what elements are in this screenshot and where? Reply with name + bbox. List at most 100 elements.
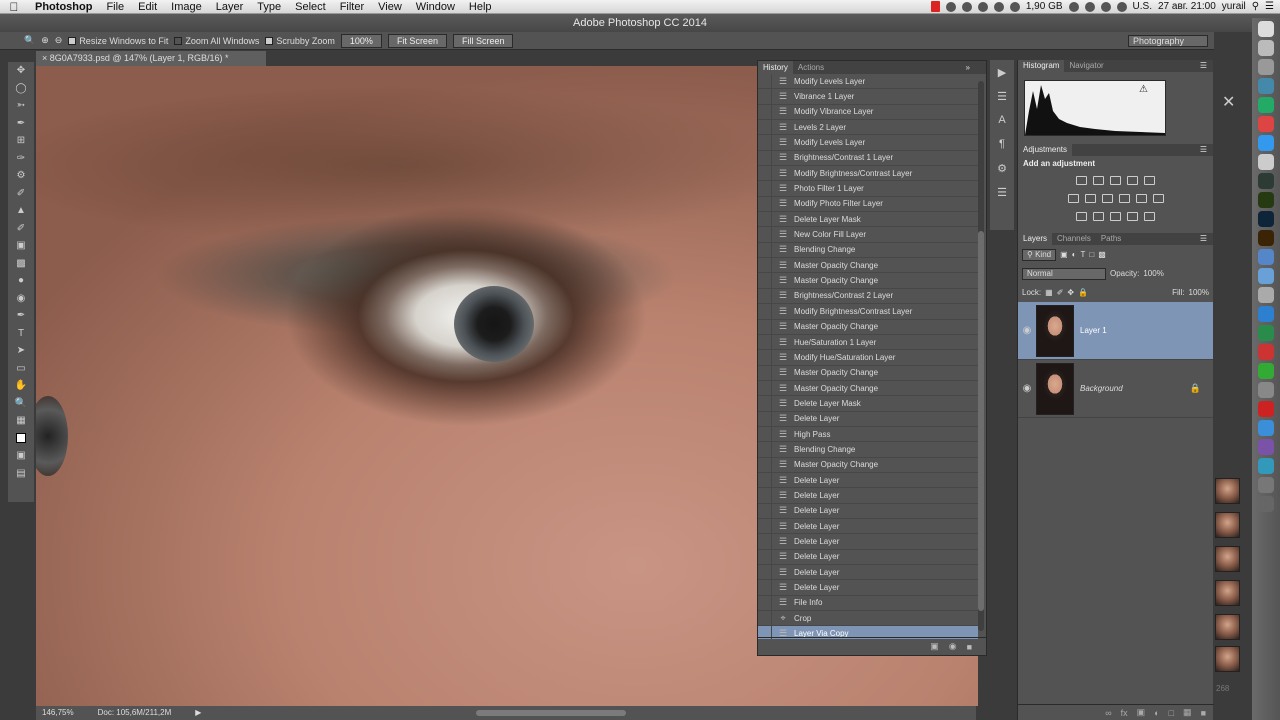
menu-layer[interactable]: Layer xyxy=(209,0,251,14)
invert-icon[interactable] xyxy=(1076,211,1087,221)
default-colors-icon[interactable]: ▦ xyxy=(8,412,34,430)
link-layers-icon[interactable]: ∞ xyxy=(1105,708,1111,718)
crop-tool-icon[interactable]: ⊞ xyxy=(8,132,34,150)
hue-saturation-icon[interactable] xyxy=(1067,193,1079,203)
layer-name[interactable]: Layer 1 xyxy=(1080,326,1107,335)
history-brush-source[interactable] xyxy=(758,534,772,549)
history-brush-source[interactable] xyxy=(758,166,772,181)
menu-filter[interactable]: Filter xyxy=(333,0,371,14)
app-icon[interactable] xyxy=(1258,325,1274,341)
history-item[interactable]: ☰ Master Opacity Change xyxy=(758,365,978,381)
history-item[interactable]: ☰ Master Opacity Change xyxy=(758,258,978,274)
history-brush-source[interactable] xyxy=(758,411,772,426)
zoom-level[interactable]: 146,75% xyxy=(42,706,74,720)
menu-view[interactable]: View xyxy=(371,0,409,14)
lasso-tool-icon[interactable]: ➳ xyxy=(8,97,34,115)
thumbnail-photo[interactable] xyxy=(1215,512,1240,538)
history-brush-source[interactable] xyxy=(758,472,772,488)
history-brush-tool-icon[interactable]: ✐ xyxy=(8,220,34,238)
collapse-icon[interactable]: » xyxy=(966,61,986,74)
bridge-icon[interactable] xyxy=(1258,230,1274,246)
filter-smart-object-icon[interactable]: ▩ xyxy=(1098,250,1106,259)
curves-icon[interactable] xyxy=(1110,175,1121,185)
path-selection-tool-icon[interactable]: ➤ xyxy=(8,342,34,360)
tab-channels[interactable]: Channels xyxy=(1052,233,1096,245)
user-name[interactable]: yurail xyxy=(1222,1,1246,12)
color-lookup-icon[interactable] xyxy=(1152,193,1164,203)
clone-stamp-tool-icon[interactable]: ▲ xyxy=(8,202,34,220)
viber-icon[interactable] xyxy=(1258,439,1274,455)
history-item[interactable]: ☰ Modify Vibrance Layer xyxy=(758,104,978,121)
history-item[interactable]: ☰ Master Opacity Change xyxy=(758,273,978,289)
zoom-tool-icon[interactable]: 🔍 xyxy=(24,35,35,46)
eyedropper-tool-icon[interactable]: ✑ xyxy=(8,150,34,168)
chrome-icon[interactable] xyxy=(1258,97,1274,113)
add-mask-icon[interactable]: ▣ xyxy=(1137,707,1146,718)
app-icon[interactable] xyxy=(1258,287,1274,303)
color-swatches-icon[interactable] xyxy=(8,430,34,448)
thumbnail-photo[interactable] xyxy=(1215,546,1240,572)
app-icon[interactable] xyxy=(1258,249,1274,265)
threshold-icon[interactable] xyxy=(1110,211,1121,221)
search-icon[interactable]: ⚲ xyxy=(1252,1,1259,12)
resize-windows-checkbox[interactable]: Resize Windows to Fit xyxy=(68,36,168,46)
tab-layers[interactable]: Layers xyxy=(1018,233,1053,245)
layer-row-background[interactable]: ◉ Background 🔒 xyxy=(1018,360,1213,418)
screen-mode-icon[interactable]: ▤ xyxy=(8,465,34,483)
calendar-icon[interactable] xyxy=(1258,154,1274,170)
app-icon[interactable] xyxy=(1258,363,1274,379)
history-item[interactable]: ☰ Master Opacity Change xyxy=(758,457,978,473)
fill-screen-button[interactable]: Fill Screen xyxy=(452,33,514,48)
list-icon[interactable]: ☰ xyxy=(1265,1,1274,12)
visibility-eye-icon[interactable]: ◉ xyxy=(1018,383,1036,394)
app-icon[interactable] xyxy=(1258,344,1274,360)
history-item[interactable]: ☰ High Pass xyxy=(758,426,978,443)
zoom-out-icon[interactable]: ⊖ xyxy=(55,35,63,46)
tab-actions[interactable]: Actions xyxy=(793,61,829,74)
type-tool-icon[interactable]: T xyxy=(8,325,34,343)
menu-file[interactable]: File xyxy=(99,0,131,14)
lock-transparent-icon[interactable]: ▦ xyxy=(1045,288,1053,297)
quick-mask-icon[interactable]: ▣ xyxy=(8,447,34,465)
history-item[interactable]: ☰ New Color Fill Layer xyxy=(758,227,978,243)
fill-value[interactable]: 100% xyxy=(1189,288,1209,297)
history-item[interactable]: ☰ Modify Photo Filter Layer xyxy=(758,196,978,213)
history-item[interactable]: ☰ Delete Layer Mask xyxy=(758,212,978,228)
color-balance-icon[interactable] xyxy=(1084,193,1096,203)
apple-menu-icon[interactable]:  xyxy=(0,0,28,14)
history-brush-source[interactable] xyxy=(758,580,772,595)
history-brush-source[interactable] xyxy=(758,334,772,350)
tab-histogram[interactable]: Histogram xyxy=(1018,60,1065,72)
history-brush-source[interactable] xyxy=(758,518,772,534)
zoom-100-button[interactable]: 100% xyxy=(340,33,382,48)
app-icon[interactable] xyxy=(1258,268,1274,284)
bluetooth-icon[interactable] xyxy=(1084,1,1095,12)
character-icon[interactable]: A xyxy=(990,108,1014,132)
history-brush-source[interactable] xyxy=(758,258,772,273)
zoom-tool-icon[interactable]: 🔍 xyxy=(8,395,34,413)
dreamweaver-icon[interactable] xyxy=(1258,192,1274,208)
time-machine-icon[interactable] xyxy=(1068,1,1079,12)
properties-icon[interactable]: ☰ xyxy=(990,84,1014,108)
black-white-icon[interactable] xyxy=(1101,193,1113,203)
history-item[interactable]: ☰ Delete Layer xyxy=(758,580,978,596)
app-icon[interactable] xyxy=(1258,382,1274,398)
brightness-contrast-icon[interactable] xyxy=(1076,175,1087,185)
tab-paths[interactable]: Paths xyxy=(1096,233,1126,245)
record-icon[interactable] xyxy=(930,1,940,12)
menu-select[interactable]: Select xyxy=(288,0,333,14)
history-brush-source[interactable] xyxy=(758,457,772,472)
thumbnail-photo[interactable] xyxy=(1215,614,1240,640)
tab-adjustments[interactable]: Adjustments xyxy=(1018,144,1073,156)
history-item[interactable]: ☰ Delete Layer xyxy=(758,503,978,519)
history-item[interactable]: ⌖ Crop xyxy=(758,611,978,627)
history-item[interactable]: ☰ Modify Levels Layer xyxy=(758,74,978,90)
history-item[interactable]: ☰ Delete Layer Mask xyxy=(758,396,978,412)
history-item[interactable]: ☰ Blending Change xyxy=(758,442,978,458)
history-brush-source[interactable] xyxy=(758,350,772,365)
move-tool-icon[interactable]: ✥ xyxy=(8,62,34,80)
pen-tool-icon[interactable]: ✒ xyxy=(8,307,34,325)
layer-name[interactable]: Background xyxy=(1080,384,1123,393)
photoshop-icon[interactable] xyxy=(1258,211,1274,227)
history-item[interactable]: ☰ Modify Brightness/Contrast Layer xyxy=(758,166,978,182)
